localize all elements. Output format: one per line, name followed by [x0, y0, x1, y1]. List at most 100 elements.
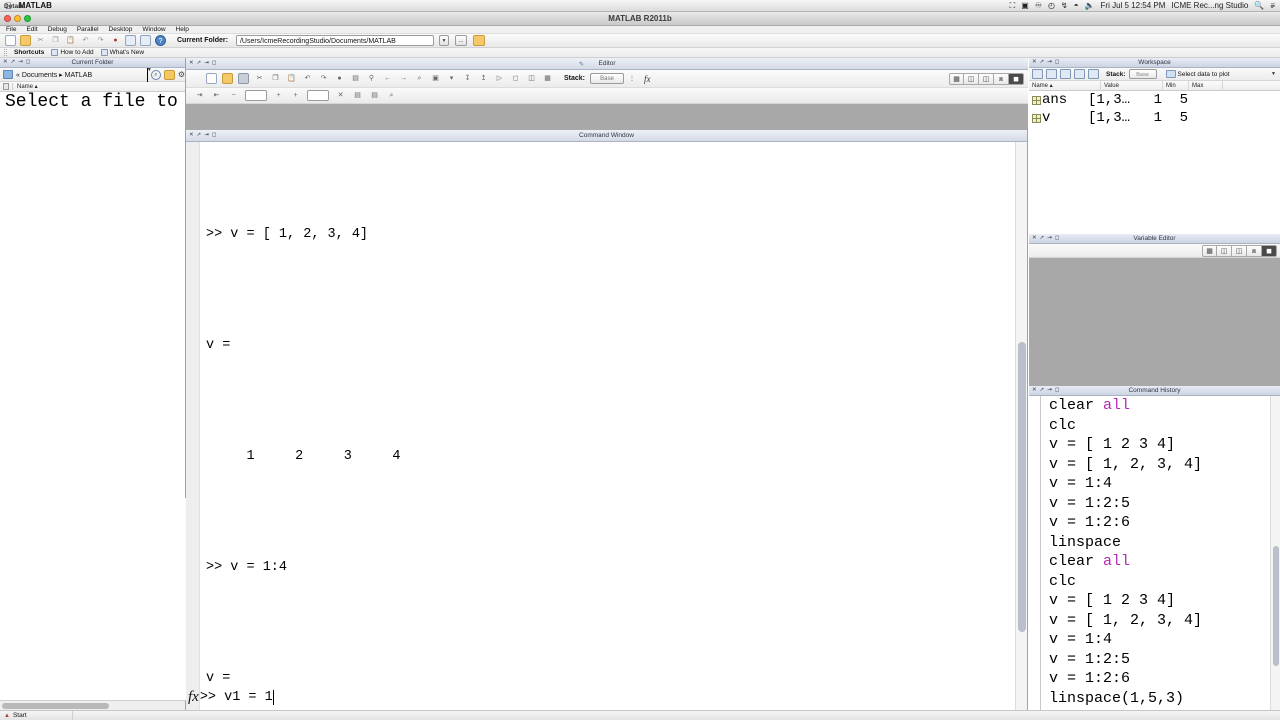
start-button[interactable]: Start	[13, 712, 27, 719]
command-history-item[interactable]: v = 1:2:6	[1029, 513, 1280, 533]
undo-icon[interactable]: ↶	[302, 73, 313, 84]
open-folder-icon[interactable]	[20, 35, 31, 46]
split-vertical-icon[interactable]: ◫	[1217, 244, 1232, 257]
menu-item-parallel[interactable]: Parallel	[77, 26, 99, 33]
copy-icon[interactable]: ❐	[50, 35, 61, 46]
step-icon[interactable]: ▾	[446, 73, 457, 84]
command-history-item[interactable]: linspace(1,5,3)	[1029, 689, 1280, 709]
split-vertical-icon[interactable]: ◫	[964, 72, 979, 85]
copy-icon[interactable]: ❐	[270, 73, 281, 84]
new-file-icon[interactable]	[5, 35, 16, 46]
command-history-item[interactable]: linspace	[1029, 533, 1280, 553]
up-folder-icon[interactable]	[472, 35, 485, 46]
scrollbar-thumb[interactable]	[1018, 342, 1026, 632]
shield-icon[interactable]: ⛶	[1010, 1, 1016, 11]
menu-item-edit[interactable]: Edit	[26, 26, 37, 33]
paste-icon[interactable]: 📋	[286, 73, 297, 84]
simulink-icon[interactable]: ●	[110, 35, 121, 46]
editor-stack-select[interactable]: Base	[590, 73, 625, 84]
column-header-max[interactable]: Max	[1189, 80, 1223, 91]
save-icon[interactable]	[238, 73, 249, 84]
command-history-item[interactable]: v = [ 1 2 3 4]	[1029, 591, 1280, 611]
save-workspace-icon[interactable]	[1074, 69, 1085, 79]
step-out-icon[interactable]: ↥	[478, 73, 489, 84]
chevron-down-icon[interactable]: ▼	[1271, 71, 1276, 77]
breadcrumb[interactable]: « Documents ▸ MATLAB	[16, 71, 92, 79]
split-horizontal-icon[interactable]: ◫	[979, 72, 994, 85]
shortcut-how-to-add[interactable]: How to Add	[51, 49, 94, 56]
command-window-prompt-row[interactable]: fx >> v1 = 1	[186, 684, 1027, 710]
font-size-input-2[interactable]	[307, 90, 329, 101]
chevron-down-icon[interactable]: ⌄	[1269, 2, 1275, 10]
do-not-disturb-icon[interactable]: ♾	[1035, 1, 1042, 10]
fx-icon[interactable]: fx	[644, 74, 651, 84]
forward-icon[interactable]: →	[398, 73, 409, 84]
import-data-icon[interactable]	[1060, 69, 1071, 79]
search-icon[interactable]: 🔍	[1254, 1, 1264, 10]
current-folder-path-input[interactable]: /Users/IcmeRecordingStudio/Documents/MAT…	[235, 35, 434, 46]
quit-debug-icon[interactable]: ◻	[510, 73, 521, 84]
clock-icon[interactable]: ◴	[1048, 1, 1055, 10]
uncomment-icon[interactable]: ▤	[369, 90, 380, 101]
browse-button[interactable]: ...	[454, 35, 467, 46]
zoom-icon[interactable]: ⌕	[414, 73, 425, 84]
close-x-icon[interactable]: ✕	[335, 90, 346, 101]
new-folder-icon[interactable]	[163, 69, 175, 80]
select-data-to-plot-button[interactable]: Select data to plot	[1165, 70, 1230, 78]
screen-record-icon[interactable]: ▣	[1021, 1, 1029, 10]
stack-icon[interactable]: ◫	[526, 73, 537, 84]
search-icon[interactable]: ⌕	[150, 69, 161, 80]
table-row[interactable]: ans [1,3… 1 5	[1029, 91, 1280, 109]
workspace-stack-select[interactable]: Base	[1128, 69, 1157, 79]
publish-icon[interactable]: ▤	[350, 73, 361, 84]
bluetooth-icon[interactable]: ↯	[1061, 1, 1068, 10]
chevron-down-icon[interactable]: ▼	[146, 67, 152, 82]
drag-handle-icon[interactable]	[4, 49, 7, 56]
open-folder-icon[interactable]	[222, 73, 233, 84]
maximize-icon[interactable]: ◼	[1262, 244, 1277, 257]
command-history-item[interactable]: v = 1:2:5	[1029, 494, 1280, 514]
menu-item-debug[interactable]: Debug	[48, 26, 67, 33]
gear-icon[interactable]: ⚙	[178, 70, 185, 79]
menu-item-file[interactable]: File	[6, 26, 16, 33]
print-icon[interactable]: ●	[334, 73, 345, 84]
plus-icon[interactable]: +	[273, 90, 284, 101]
command-history-list[interactable]: clear all clc v = [ 1 2 3 4] v = [ 1, 2, 3,…	[1029, 396, 1280, 718]
command-history-item[interactable]: v = 1:4	[1029, 630, 1280, 650]
column-header-name[interactable]: Name ▴	[1029, 80, 1101, 91]
command-history-vertical-scrollbar[interactable]	[1270, 396, 1280, 718]
menu-item-window[interactable]: Window	[142, 26, 165, 33]
editor-content-area[interactable]	[186, 104, 1028, 130]
dock-icon[interactable]: ▦	[542, 73, 553, 84]
undo-icon[interactable]: ↶	[80, 35, 91, 46]
table-row[interactable]: v [1,3… 1 5	[1029, 109, 1280, 127]
font-size-input-1[interactable]	[245, 90, 267, 101]
minus-icon[interactable]: −	[228, 90, 239, 101]
command-history-item[interactable]: clear all	[1029, 396, 1280, 416]
float-icon[interactable]: ⧈	[994, 72, 1009, 85]
plus-icon-2[interactable]: +	[290, 90, 301, 101]
float-icon[interactable]: ⧈	[1247, 244, 1262, 257]
menu-item-desktop[interactable]: Desktop	[109, 26, 133, 33]
continue-icon[interactable]: ▷	[494, 73, 505, 84]
shortcut-whats-new[interactable]: What's New	[100, 49, 144, 56]
column-header-name[interactable]: Name ▴	[12, 83, 38, 90]
command-history-item[interactable]: v = 1:2:5	[1029, 650, 1280, 670]
step-in-icon[interactable]: ↧	[462, 73, 473, 84]
wifi-icon[interactable]: ◓	[1074, 1, 1079, 10]
profiler-icon[interactable]	[140, 35, 151, 46]
breakpoint-icon[interactable]: ▣	[430, 73, 441, 84]
open-variable-icon[interactable]	[1046, 69, 1057, 79]
command-window-vertical-scrollbar[interactable]	[1015, 142, 1027, 710]
delete-icon[interactable]	[1088, 69, 1099, 79]
command-history-item[interactable]: v = [ 1 2 3 4]	[1029, 435, 1280, 455]
current-folder-file-list[interactable]	[0, 92, 185, 480]
scrollbar-thumb[interactable]	[1273, 546, 1279, 666]
command-window-body[interactable]: >> v = [ 1, 2, 3, 4] v = 1 2 3 4 >> v = …	[186, 142, 1027, 710]
command-history-item[interactable]: clc	[1029, 416, 1280, 436]
paste-icon[interactable]: 📋	[65, 35, 76, 46]
guide-icon[interactable]	[125, 35, 136, 46]
menu-item-help[interactable]: Help	[176, 26, 189, 33]
back-icon[interactable]: ←	[382, 73, 393, 84]
column-header-min[interactable]: Min	[1163, 80, 1189, 91]
